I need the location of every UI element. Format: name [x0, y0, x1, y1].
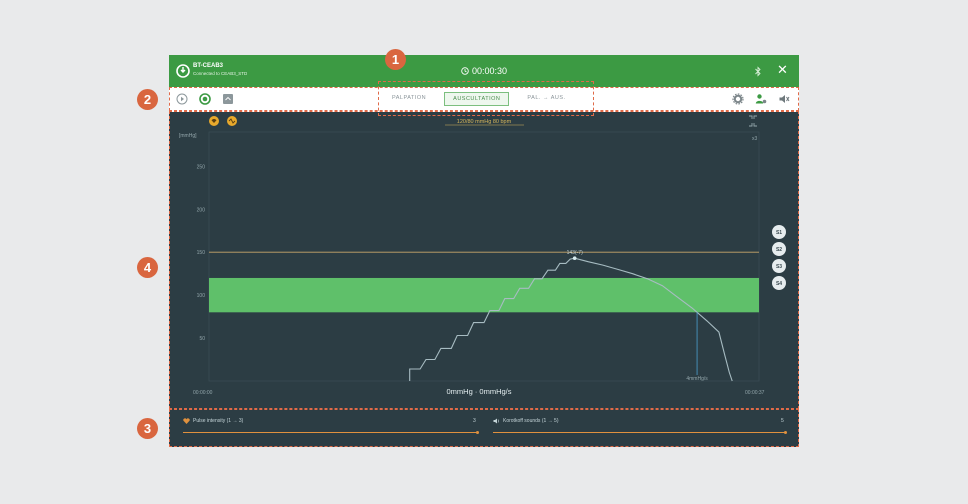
bluetooth-icon[interactable]: [754, 66, 762, 77]
app-logo-icon: [176, 64, 190, 78]
annotation-badge-4: 4: [137, 257, 158, 278]
close-icon[interactable]: ✕: [777, 63, 788, 77]
clock-icon: [461, 67, 469, 75]
session-timer: 00:00:30: [461, 66, 507, 76]
timer-value: 00:00:30: [472, 66, 508, 76]
annotation-box-2: [169, 87, 799, 111]
annotation-box-3: [169, 409, 799, 447]
connection-status: Connected to CEAB3_STD: [193, 71, 248, 76]
annotation-badge-2: 2: [137, 89, 158, 110]
annotation-badge-3: 3: [137, 418, 158, 439]
annotation-box-4: [169, 111, 799, 409]
device-name: BT-CEAB3: [193, 63, 224, 69]
annotation-badge-1: 1: [385, 49, 406, 70]
